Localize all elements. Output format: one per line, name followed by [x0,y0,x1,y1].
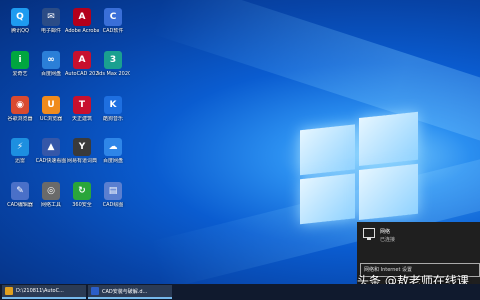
app-icon: ↻ [73,182,91,200]
network-status: 已连接 [380,237,396,243]
taskbar-app-explorer[interactable]: D:\210811\AutoC... [2,285,86,299]
desktop-icon[interactable]: ▲ CAD快速看图 [36,138,66,164]
desktop-icon-label: 网络工具 [40,202,61,208]
desktop-icon[interactable]: A Adobe Acrobat DC [65,8,99,34]
desktop-icon[interactable]: ✉ 电子邮件 [36,8,66,34]
desktop-icon-label: CAD绘图 [102,202,124,208]
app-icon: T [73,96,91,114]
taskbar-app-label: CAD安装与破解.d... [102,288,148,295]
desktop-icon[interactable]: Y 网易有道词典 [67,138,97,164]
desktop-icon-label: 迅雷 [14,158,25,164]
desktop-icon-label: UC浏览器 [39,116,63,122]
app-icon: C [104,8,122,26]
desktop-icon-label: 百度网盘 [40,71,61,77]
folder-icon [5,287,13,295]
desktop-icon[interactable]: ◉ 谷歌浏览器 [5,96,35,122]
app-icon: 3 [104,51,122,69]
windows-logo-wallpaper [300,111,418,228]
desktop-icon[interactable]: ∞ 百度网盘 [36,51,66,77]
network-connection-row[interactable]: 网络 已连接 [363,228,395,243]
desktop-icon-label: CAD编辑器 [7,202,33,208]
desktop-icon[interactable]: K 酷狗音乐 [98,96,128,122]
desktop-icon[interactable]: A AutoCAD 2020 [65,51,99,77]
desktop-icon-label: 谷歌浏览器 [7,116,33,122]
app-icon: U [42,96,60,114]
app-icon: ▲ [42,138,60,156]
desktop-icon-label: Adobe Acrobat DC [65,28,99,34]
desktop-icon[interactable]: Q 腾讯QQ [5,8,35,34]
desktop-icon-label: AutoCAD 2020 [65,71,99,77]
app-icon: ∞ [42,51,60,69]
desktop-icon[interactable]: ☁ 百度网盘 [98,138,128,164]
network-name: 网络 [380,229,391,235]
app-icon: ▤ [104,182,122,200]
app-icon: A [73,8,91,26]
app-icon: Q [11,8,29,26]
app-icon: i [11,51,29,69]
desktop-icon-label: 酷狗音乐 [102,116,123,122]
desktop-icon-label: 电子邮件 [40,28,61,34]
desktop-icon[interactable]: ↻ 360安全 [67,182,97,208]
app-icon: ✉ [42,8,60,26]
taskbar-app-word[interactable]: CAD安装与破解.d... [88,285,172,299]
desktop-icon[interactable]: ✎ CAD编辑器 [5,182,35,208]
desktop-icon-label: 天正建筑 [71,116,92,122]
desktop-icon-label: 网易有道词典 [66,158,97,164]
app-icon: ◉ [11,96,29,114]
desktop-icon-label: CAD软件 [102,28,124,34]
desktop-icon[interactable]: C CAD软件 [98,8,128,34]
word-document-icon [91,287,99,295]
desktop-icon-label: 3ds Max 2020 [96,71,130,77]
taskbar: D:\210811\AutoC... CAD安装与破解.d... [0,284,480,300]
app-icon: ✎ [11,182,29,200]
app-icon: ☁ [104,138,122,156]
desktop-icon[interactable]: ▤ CAD绘图 [98,182,128,208]
app-icon: Y [73,138,91,156]
app-icon: K [104,96,122,114]
ethernet-icon [363,228,375,240]
desktop-icon[interactable]: ⚡ 迅雷 [5,138,35,164]
desktop-icon[interactable]: i 爱奇艺 [5,51,35,77]
desktop-icon-label: 360安全 [72,202,92,208]
desktop-icon[interactable]: T 天正建筑 [67,96,97,122]
app-icon: ⚡ [11,138,29,156]
desktop-icon[interactable]: ◎ 网络工具 [36,182,66,208]
desktop-icon[interactable]: 3 3ds Max 2020 [96,51,130,77]
desktop-icon[interactable]: U UC浏览器 [36,96,66,122]
taskbar-app-label: D:\210811\AutoC... [16,288,64,294]
desktop-icon-label: 腾讯QQ [11,28,29,34]
desktop-icon-label: CAD快速看图 [35,158,67,164]
desktop-icon-label: 百度网盘 [102,158,123,164]
app-icon: A [73,51,91,69]
desktop-icon-label: 爱奇艺 [12,71,28,77]
app-icon: ◎ [42,182,60,200]
